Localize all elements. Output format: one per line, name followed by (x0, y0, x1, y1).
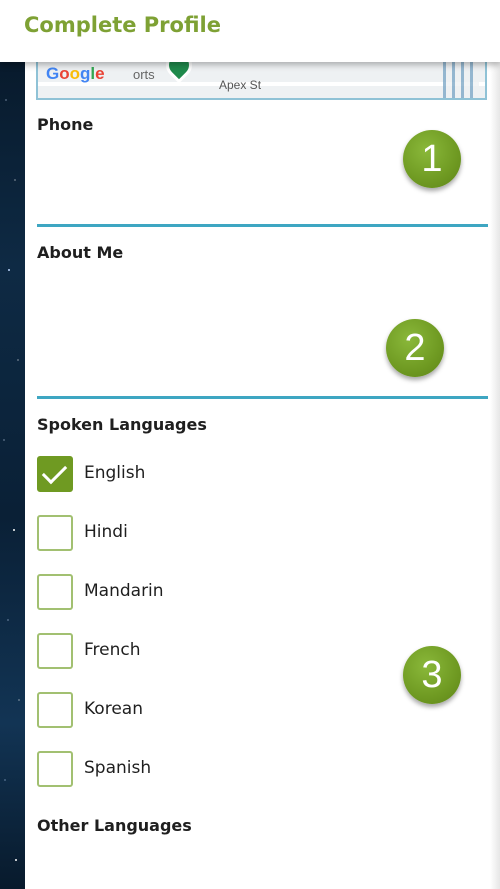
language-label: Korean (84, 699, 143, 719)
spanish-checkbox[interactable] (37, 751, 73, 787)
mandarin-checkbox[interactable] (37, 574, 73, 610)
language-option-french[interactable]: French (37, 633, 337, 669)
french-checkbox[interactable] (37, 633, 73, 669)
about-me-label: About Me (37, 243, 124, 262)
phone-divider (37, 224, 488, 227)
language-option-hindi[interactable]: Hindi (37, 515, 337, 551)
map-street-label: Apex St (219, 78, 262, 92)
map-place-fragment: orts (133, 67, 155, 82)
language-label: Spanish (84, 758, 152, 778)
other-languages-input[interactable] (37, 842, 488, 889)
language-option-korean[interactable]: Korean (37, 692, 337, 728)
side-shadow (490, 60, 500, 889)
location-map[interactable]: Google orts Apex St (36, 56, 487, 100)
language-label: Mandarin (84, 581, 164, 601)
language-label: English (84, 463, 146, 483)
background-starfield (0, 60, 25, 889)
english-checkbox[interactable] (37, 456, 73, 492)
language-option-english[interactable]: English (37, 456, 337, 492)
about-me-divider (37, 396, 488, 399)
language-option-mandarin[interactable]: Mandarin (37, 574, 337, 610)
map-road (38, 82, 485, 86)
language-label: Hindi (84, 522, 128, 542)
callout-badge-1: 1 (403, 130, 461, 188)
phone-label: Phone (37, 115, 94, 134)
google-logo: Google (46, 64, 105, 83)
other-languages-label: Other Languages (37, 816, 192, 835)
app-header: Complete Profile (0, 0, 500, 62)
page-title: Complete Profile (24, 13, 221, 37)
spoken-languages-label: Spoken Languages (37, 415, 207, 434)
callout-badge-2: 2 (386, 319, 444, 377)
profile-form[interactable]: Google orts Apex St Phone 1 About Me 2 S… (25, 0, 490, 889)
checkmark-icon (41, 458, 68, 485)
hindi-checkbox[interactable] (37, 515, 73, 551)
callout-badge-3: 3 (403, 646, 461, 704)
language-option-spanish[interactable]: Spanish (37, 751, 337, 787)
map-building (443, 58, 479, 98)
language-label: French (84, 640, 141, 660)
korean-checkbox[interactable] (37, 692, 73, 728)
